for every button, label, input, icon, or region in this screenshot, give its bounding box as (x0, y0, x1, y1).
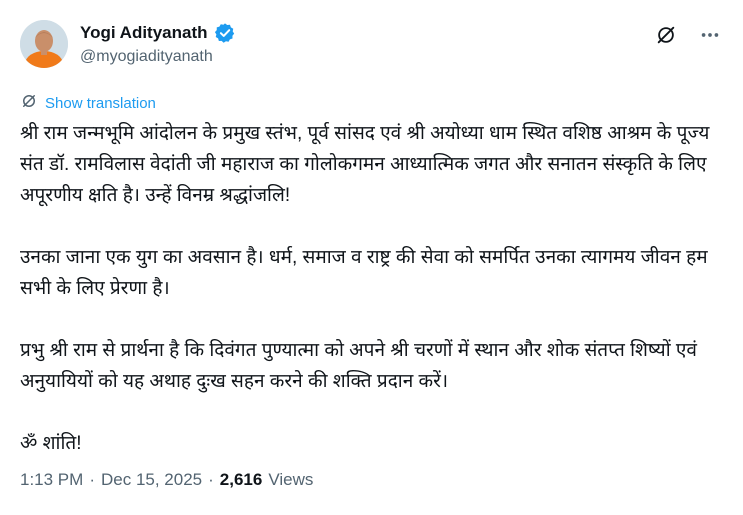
tweet-meta: 1:13 PM · Dec 15, 2025 · 2,616 Views (20, 470, 313, 490)
views-count: 2,616 (219, 470, 263, 489)
header-actions (653, 22, 723, 48)
tweet-card: Yogi Adityanath @myogiadityanath Show tr… (0, 0, 743, 515)
author-handle[interactable]: @myogiadityanath (80, 48, 236, 66)
verified-badge-icon[interactable] (214, 22, 236, 44)
name-row: Yogi Adityanath (80, 22, 236, 44)
show-translation-link[interactable]: Show translation (20, 92, 156, 114)
tweet-date[interactable]: Dec 15, 2025 (101, 470, 202, 490)
tweet-header: Yogi Adityanath @myogiadityanath (20, 20, 723, 72)
more-options-icon[interactable] (697, 22, 723, 48)
author-name[interactable]: Yogi Adityanath (80, 23, 208, 43)
avatar-image (20, 20, 68, 68)
meta-separator: · (89, 470, 95, 489)
tweet-paragraph-4: ॐ शांति! (20, 433, 82, 454)
translate-icon (20, 92, 38, 114)
author-block: Yogi Adityanath @myogiadityanath (80, 22, 236, 66)
meta-separator: · (208, 470, 214, 489)
views-label: Views (268, 470, 314, 489)
tweet-paragraph-2: उनका जाना एक युग का अवसान है। धर्म, समाज… (20, 247, 713, 299)
tweet-time[interactable]: 1:13 PM (20, 470, 83, 490)
avatar[interactable] (20, 20, 68, 68)
tweet-paragraph-3: प्रभु श्री राम से प्रार्थना है कि दिवंगत… (20, 340, 703, 392)
tweet-text: श्री राम जन्मभूमि आंदोलन के प्रमुख स्तंभ… (20, 118, 725, 490)
show-translation-label[interactable]: Show translation (45, 95, 156, 112)
grok-icon[interactable] (653, 22, 679, 48)
tweet-paragraph-1: श्री राम जन्मभूमि आंदोलन के प्रमुख स्तंभ… (20, 123, 715, 206)
